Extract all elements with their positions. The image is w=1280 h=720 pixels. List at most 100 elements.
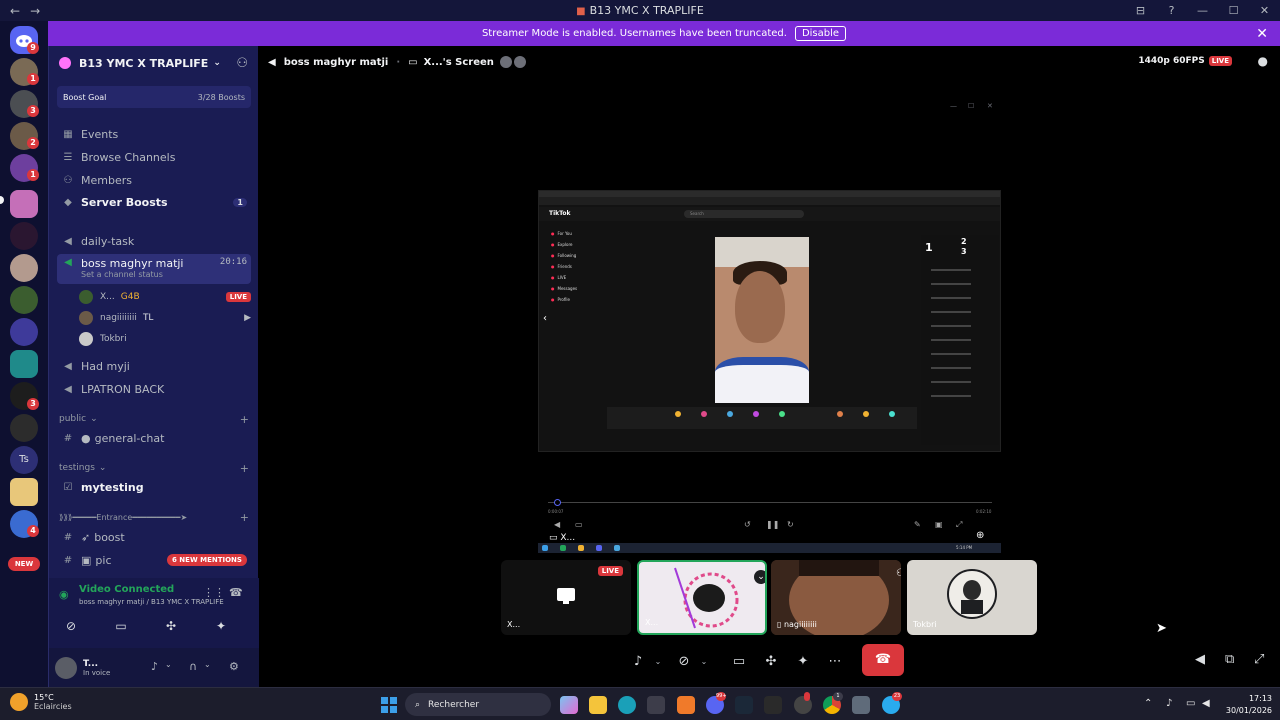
text-server-avatar[interactable]: Ts: [10, 446, 38, 474]
share-screen-button[interactable]: ▭: [728, 648, 750, 674]
server-avatar[interactable]: [10, 350, 38, 378]
minimize-icon[interactable]: —: [950, 102, 957, 110]
add-user-icon[interactable]: ⚇: [896, 568, 901, 579]
channel-boost[interactable]: # ➶ boost: [57, 527, 251, 547]
volume-icon[interactable]: ◀: [1195, 652, 1205, 667]
close-button[interactable]: ✕: [1249, 4, 1280, 17]
add-channel-icon[interactable]: +: [240, 511, 249, 524]
voice-user[interactable]: X... G4B LIVE: [79, 288, 251, 306]
user-panel[interactable]: T... In voice ♪ ⌄ ∩ ⌄ ⚙: [49, 648, 259, 687]
app-icon[interactable]: [764, 696, 782, 714]
invite-people-icon[interactable]: ⚇: [236, 56, 248, 71]
chat-icon[interactable]: ●: [1258, 54, 1268, 68]
camera-off-button[interactable]: ⊘: [674, 648, 694, 674]
avatar[interactable]: [55, 656, 77, 679]
voice-user[interactable]: nagiiiiiiii TL ▶: [79, 309, 251, 327]
soundboard-button[interactable]: ✦: [792, 648, 814, 674]
chevron-down-icon[interactable]: ⌄: [698, 648, 710, 674]
system-clock[interactable]: 17:13 30/01/2026: [1222, 693, 1272, 717]
active-server-avatar[interactable]: [10, 190, 38, 218]
channel-general-chat[interactable]: # ● general-chat: [57, 428, 251, 448]
new-mentions-badge[interactable]: NEW: [8, 557, 40, 571]
minimize-button[interactable]: —: [1187, 4, 1218, 17]
more-options-button[interactable]: ⋯: [824, 648, 846, 674]
chevron-down-icon[interactable]: ⌄: [652, 648, 664, 674]
channel-had-myji[interactable]: ◀ Had myji: [57, 356, 251, 376]
settings-gear-icon[interactable]: ⚙: [229, 660, 239, 673]
chevron-down-icon[interactable]: ⌄: [165, 660, 172, 669]
chevron-down-icon[interactable]: ⌄: [754, 570, 765, 584]
app-icon[interactable]: [677, 696, 695, 714]
server-avatar[interactable]: [10, 414, 38, 442]
menu-members[interactable]: ⚇ Members: [57, 170, 251, 190]
copilot-icon[interactable]: [560, 696, 578, 714]
camera-off-icon[interactable]: ⊘: [51, 616, 91, 636]
chevron-down-icon[interactable]: ⌄: [204, 660, 211, 669]
file-explorer-icon[interactable]: [589, 696, 607, 714]
voice-user[interactable]: Tokbri: [79, 330, 251, 348]
channel-boss-maghyr-matji[interactable]: ◀ boss maghyr matji 20:16 Set a channel s…: [57, 254, 251, 284]
participant-tile[interactable]: LIVE X...: [501, 560, 631, 635]
add-channel-icon[interactable]: +: [240, 462, 249, 475]
channel-lpatron-back[interactable]: ◀ LPATRON BACK: [57, 379, 251, 399]
participant-tile[interactable]: ⌄ X...: [637, 560, 767, 635]
microphone-button[interactable]: ♪: [628, 648, 648, 674]
taskbar-search[interactable]: ⌕ Rechercher: [405, 693, 551, 716]
monitor-icon[interactable]: ▭: [1186, 698, 1195, 709]
category-entrance[interactable]: ⟫⟫⟫━━━━━Entrance━━━━━━━━━━➤ +: [59, 510, 249, 524]
signal-icon[interactable]: ◉: [59, 588, 69, 601]
maximize-icon[interactable]: ☐: [968, 102, 974, 110]
microphone-icon[interactable]: ♪: [151, 660, 158, 673]
new-mentions-pill[interactable]: 6 NEW MENTIONS: [167, 554, 247, 566]
add-channel-icon[interactable]: +: [240, 413, 249, 426]
chevron-up-icon[interactable]: ⌃: [1144, 698, 1152, 709]
settings-icon[interactable]: [852, 696, 870, 714]
category-testings[interactable]: testings ⌄ +: [59, 461, 249, 475]
channel-status-hint[interactable]: Set a channel status: [81, 270, 163, 279]
leave-call-button[interactable]: ☎: [862, 644, 904, 676]
microphone-icon[interactable]: ♪: [1166, 698, 1172, 709]
channel-mytesting[interactable]: ☑ mytesting: [57, 477, 251, 497]
disconnect-icon[interactable]: ☎: [229, 586, 243, 599]
category-public[interactable]: public ⌄ +: [59, 412, 249, 426]
server-avatar[interactable]: [10, 318, 38, 346]
activities-icon[interactable]: ✣: [151, 616, 191, 636]
activities-button[interactable]: ✣: [760, 648, 782, 674]
fullscreen-icon[interactable]: ⤢: [1254, 652, 1264, 667]
soundboard-icon[interactable]: ⋮⋮: [203, 586, 225, 599]
weather-widget[interactable]: 15°C Eclaircies: [10, 693, 72, 711]
server-avatar[interactable]: [10, 286, 38, 314]
close-icon[interactable]: ✕: [1256, 26, 1268, 42]
inbox-icon[interactable]: ⊟: [1125, 4, 1156, 17]
volume-icon[interactable]: ◀: [1202, 698, 1210, 709]
edge-icon[interactable]: [618, 696, 636, 714]
shared-screen[interactable]: TikTok Search ● For You ● Explore ● Followi…: [538, 190, 1001, 452]
start-button[interactable]: [381, 697, 397, 713]
menu-events[interactable]: ▦ Events: [57, 124, 251, 144]
voice-status[interactable]: Video Connected: [79, 584, 174, 595]
headset-icon[interactable]: ∩: [189, 660, 197, 673]
voice-location[interactable]: boss maghyr matji / B13 YMC X TRAPLIFE: [79, 598, 224, 606]
guild-header[interactable]: B13 YMC X TRAPLIFE ⌄ ⚇: [49, 46, 258, 80]
channel-daily-task[interactable]: ◀ daily-task: [57, 231, 251, 251]
store-icon[interactable]: [647, 696, 665, 714]
close-icon[interactable]: ✕: [987, 102, 993, 110]
seek-bar[interactable]: [548, 502, 992, 503]
share-screen-icon[interactable]: ▭: [101, 616, 141, 636]
help-icon[interactable]: ?: [1156, 4, 1187, 17]
server-avatar[interactable]: [10, 254, 38, 282]
zoom-icon[interactable]: ⊕: [976, 530, 984, 541]
steam-icon[interactable]: [735, 696, 753, 714]
server-avatar[interactable]: [10, 478, 38, 506]
disable-streamer-mode-button[interactable]: Disable: [794, 26, 847, 41]
server-avatar[interactable]: [10, 222, 38, 250]
menu-browse-channels[interactable]: ☰ Browse Channels: [57, 147, 251, 167]
soundboard-button-icon[interactable]: ✦: [201, 616, 241, 636]
seek-knob[interactable]: [554, 499, 561, 506]
menu-server-boosts[interactable]: ◆ Server Boosts 1: [57, 192, 251, 212]
boost-goal-bar[interactable]: Boost Goal 3/28 Boosts: [57, 86, 251, 108]
popout-icon[interactable]: ⧉: [1225, 652, 1234, 667]
participant-tile[interactable]: ⚇ ▯ nagiiiiiiii: [771, 560, 901, 635]
participant-tile[interactable]: Tokbri: [907, 560, 1037, 635]
maximize-button[interactable]: ☐: [1218, 4, 1249, 17]
